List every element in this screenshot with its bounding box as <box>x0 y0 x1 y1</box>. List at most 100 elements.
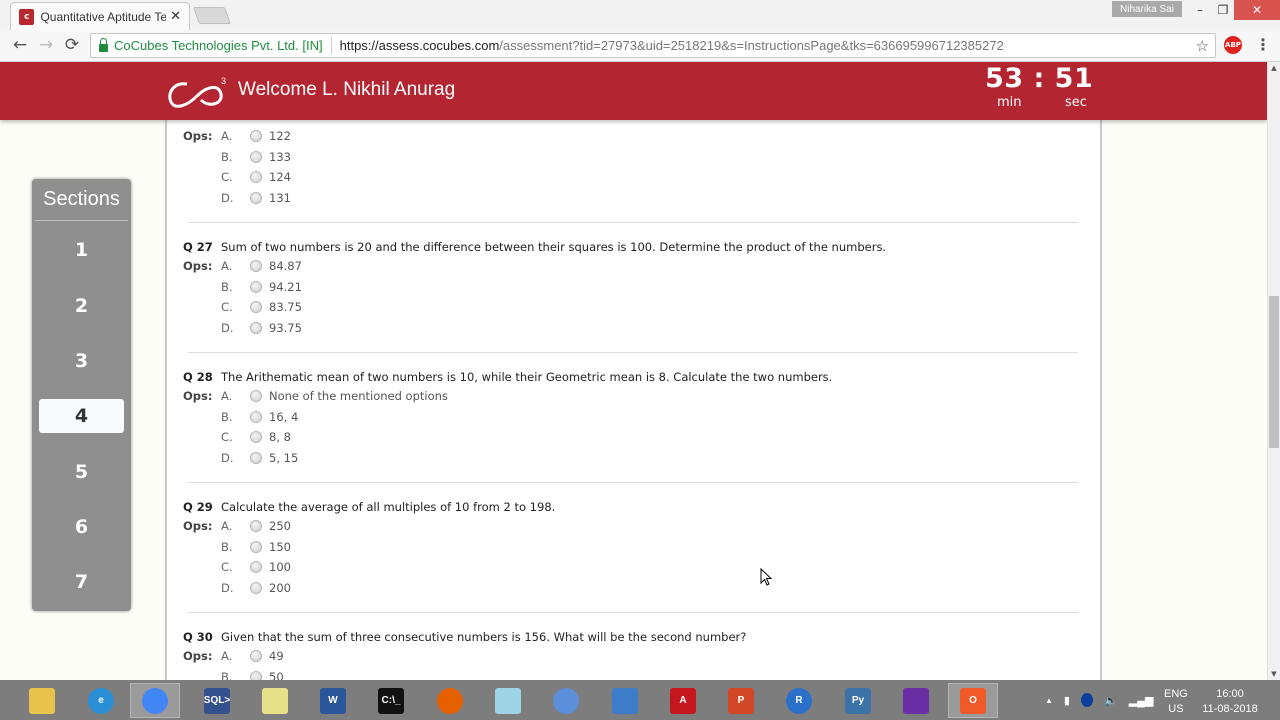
bluetooth-icon[interactable] <box>1080 693 1093 707</box>
url-host: https://assess.cocubes.com <box>339 38 500 53</box>
windows-media-icon <box>903 687 929 714</box>
taskbar-chromium[interactable] <box>541 683 591 718</box>
adblock-plus-icon[interactable]: ABP <box>1224 36 1242 54</box>
radio-button[interactable] <box>250 171 262 183</box>
acrobat-icon: A <box>670 687 696 714</box>
r-language-icon: R <box>786 687 812 714</box>
browser-tab[interactable]: c Quantitative Aptitude Test ✕ <box>10 2 190 30</box>
option-b[interactable]: B. 50 <box>221 669 284 681</box>
url-path: /assessment?tid=27973&uid=2518219&s=Inst… <box>499 38 1004 53</box>
option-a[interactable]: A. 122 <box>221 128 291 144</box>
taskbar-word[interactable]: W <box>308 683 358 718</box>
option-letter: A. <box>221 129 233 143</box>
close-tab-icon[interactable]: ✕ <box>170 9 181 24</box>
welcome-message: Welcome L. Nikhil Anurag <box>238 79 456 100</box>
scroll-down-arrow-icon[interactable]: ▼ <box>1270 670 1278 678</box>
radio-button[interactable] <box>250 301 262 313</box>
taskbar-command-prompt[interactable]: C:\_ <box>366 683 416 718</box>
scroll-up-arrow-icon[interactable]: ▲ <box>1270 64 1278 72</box>
taskbar-sticky-notes[interactable] <box>250 683 300 718</box>
reload-button[interactable]: ⟳ <box>61 34 83 56</box>
profile-button[interactable]: Niharika Sai <box>1112 1 1182 17</box>
radio-button[interactable] <box>250 650 262 662</box>
new-tab-button[interactable] <box>192 7 232 24</box>
option-letter: B. <box>221 279 233 294</box>
bookmark-star-icon[interactable]: ☆ <box>1196 37 1209 55</box>
browser-tab-strip: c Quantitative Aptitude Test ✕ Niharika … <box>0 0 1280 30</box>
taskbar-r-language[interactable]: R <box>774 683 824 718</box>
region-code: US <box>1168 703 1184 715</box>
option-d[interactable]: D. 93.75 <box>221 320 302 336</box>
close-window-button[interactable]: ✕ <box>1234 0 1280 20</box>
ops-label: Ops: <box>183 649 213 663</box>
back-button[interactable]: ← <box>9 34 31 56</box>
file-explorer-icon <box>29 687 55 714</box>
option-text: 50 <box>269 669 284 681</box>
taskbar-powerpoint[interactable]: P <box>716 683 766 718</box>
option-letter: C. <box>221 300 233 314</box>
radio-button[interactable] <box>250 581 262 594</box>
option-a[interactable]: A. 250 <box>221 518 291 534</box>
radio-button[interactable] <box>250 321 262 334</box>
site-identity[interactable]: CoCubes Technologies Pvt. Ltd. [IN] <box>114 38 323 53</box>
section-item-2[interactable]: 2 <box>39 289 124 323</box>
option-d[interactable]: D. 200 <box>221 580 291 596</box>
option-b[interactable]: B. 133 <box>221 149 291 165</box>
option-c[interactable]: C. 8, 8 <box>221 429 291 445</box>
section-item-1[interactable]: 1 <box>39 233 124 267</box>
section-item-6[interactable]: 6 <box>39 510 124 544</box>
option-a[interactable]: A. None of the mentioned options <box>221 388 448 404</box>
option-a[interactable]: A. 84.87 <box>221 258 302 274</box>
taskbar-sql-plus[interactable]: SQL> <box>192 683 242 718</box>
option-b[interactable]: B. 150 <box>221 539 291 555</box>
radio-button[interactable] <box>250 410 262 423</box>
option-b[interactable]: B. 16, 4 <box>221 409 298 425</box>
taskbar-remote-desktop[interactable] <box>600 683 650 718</box>
section-item-3[interactable]: 3 <box>39 344 124 378</box>
section-item-4[interactable]: 4 <box>39 399 124 433</box>
option-d[interactable]: D. 131 <box>221 190 291 206</box>
option-d[interactable]: D. 5, 15 <box>221 450 298 466</box>
taskbar-python[interactable]: Py <box>833 683 883 718</box>
browser-menu-icon[interactable]: ⋮ <box>1255 36 1271 54</box>
radio-button[interactable] <box>250 130 262 142</box>
option-c[interactable]: C. 83.75 <box>221 299 302 315</box>
radio-button[interactable] <box>250 540 262 553</box>
radio-button[interactable] <box>250 390 262 402</box>
option-c[interactable]: C. 100 <box>221 559 291 575</box>
volume-icon[interactable]: 🔈 <box>1104 694 1118 707</box>
radio-button[interactable] <box>250 192 262 204</box>
radio-button[interactable] <box>250 151 262 163</box>
power-icon[interactable]: ▮ <box>1064 694 1070 707</box>
taskbar-screen-recorder[interactable]: O <box>948 683 998 718</box>
taskbar-firefox[interactable] <box>425 683 475 718</box>
forward-button[interactable]: → <box>35 34 57 56</box>
system-tray: ▲ ▮ 🔈 ▂▄▆ <box>1045 680 1164 720</box>
system-clock[interactable]: 16:00 11-08-2018 <box>1200 687 1260 717</box>
radio-button[interactable] <box>250 520 262 532</box>
taskbar-internet-explorer[interactable]: e <box>76 683 126 718</box>
scrollbar-thumb[interactable] <box>1269 296 1279 448</box>
network-signal-icon[interactable]: ▂▄▆ <box>1129 694 1154 707</box>
option-c[interactable]: C. 124 <box>221 169 291 185</box>
tab-title: Quantitative Aptitude Test <box>40 9 167 24</box>
radio-button[interactable] <box>250 431 262 443</box>
taskbar-acrobat[interactable]: A <box>658 683 708 718</box>
radio-button[interactable] <box>250 451 262 464</box>
language-indicator[interactable]: ENG US <box>1164 687 1188 717</box>
radio-button[interactable] <box>250 670 262 680</box>
taskbar-notepad[interactable] <box>483 683 533 718</box>
address-bar[interactable]: CoCubes Technologies Pvt. Ltd. [IN] http… <box>90 33 1216 58</box>
taskbar-file-explorer[interactable] <box>17 683 67 718</box>
page-scrollbar[interactable]: ▲ ▼ <box>1267 62 1280 680</box>
show-hidden-icons-icon[interactable]: ▲ <box>1045 696 1053 705</box>
section-item-5[interactable]: 5 <box>39 455 124 489</box>
option-a[interactable]: A. 49 <box>221 648 284 664</box>
radio-button[interactable] <box>250 280 262 293</box>
option-b[interactable]: B. 94.21 <box>221 279 302 295</box>
taskbar-windows-media[interactable] <box>891 683 941 718</box>
radio-button[interactable] <box>250 561 262 573</box>
taskbar-chrome[interactable] <box>130 683 180 718</box>
section-item-7[interactable]: 7 <box>39 565 124 599</box>
radio-button[interactable] <box>250 260 262 272</box>
